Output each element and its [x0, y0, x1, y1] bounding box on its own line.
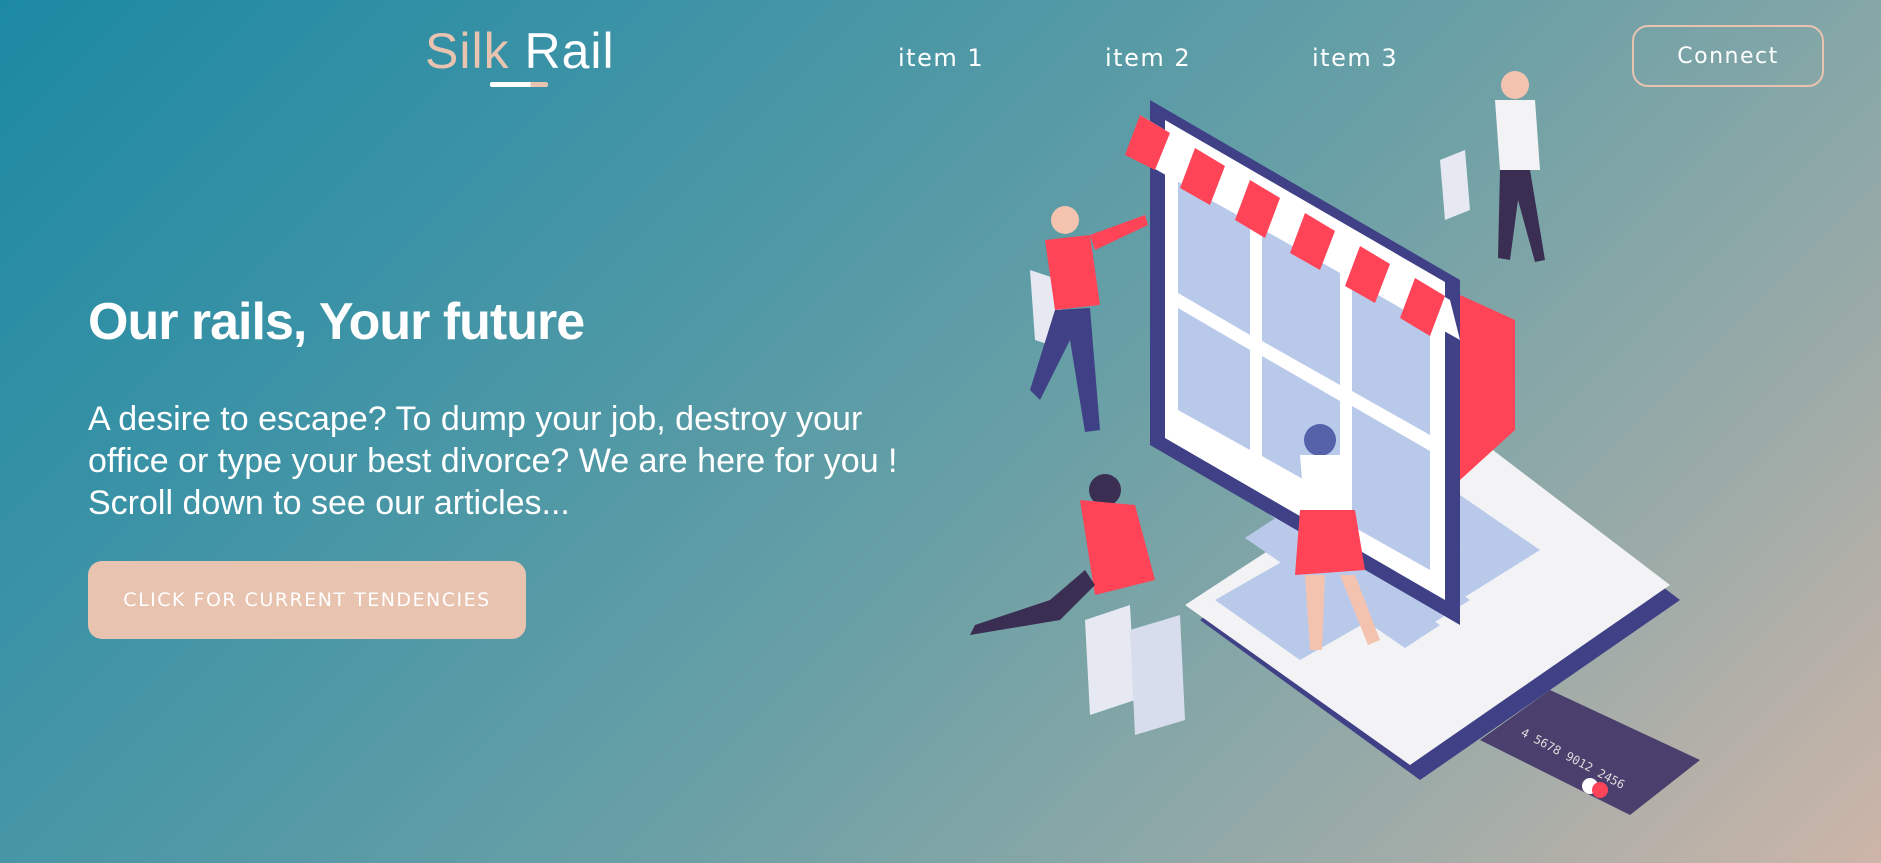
red-steps: [1460, 295, 1515, 480]
logo-underline: [490, 82, 548, 87]
tendencies-button[interactable]: CLICK FOR CURRENT TENDENCIES: [88, 561, 526, 639]
person-woman-standing: [1495, 71, 1545, 262]
brand-logo[interactable]: Silk Rail: [425, 22, 615, 80]
brand-word-rail: Rail: [524, 23, 615, 79]
hero-description: A desire to escape? To dump your job, de…: [88, 400, 898, 522]
brand-word-silk: Silk: [425, 23, 510, 79]
hero-title: Our rails, Your future: [88, 293, 585, 351]
shopping-laptop-illustration: 4 5678 9012 2456: [970, 71, 1700, 815]
